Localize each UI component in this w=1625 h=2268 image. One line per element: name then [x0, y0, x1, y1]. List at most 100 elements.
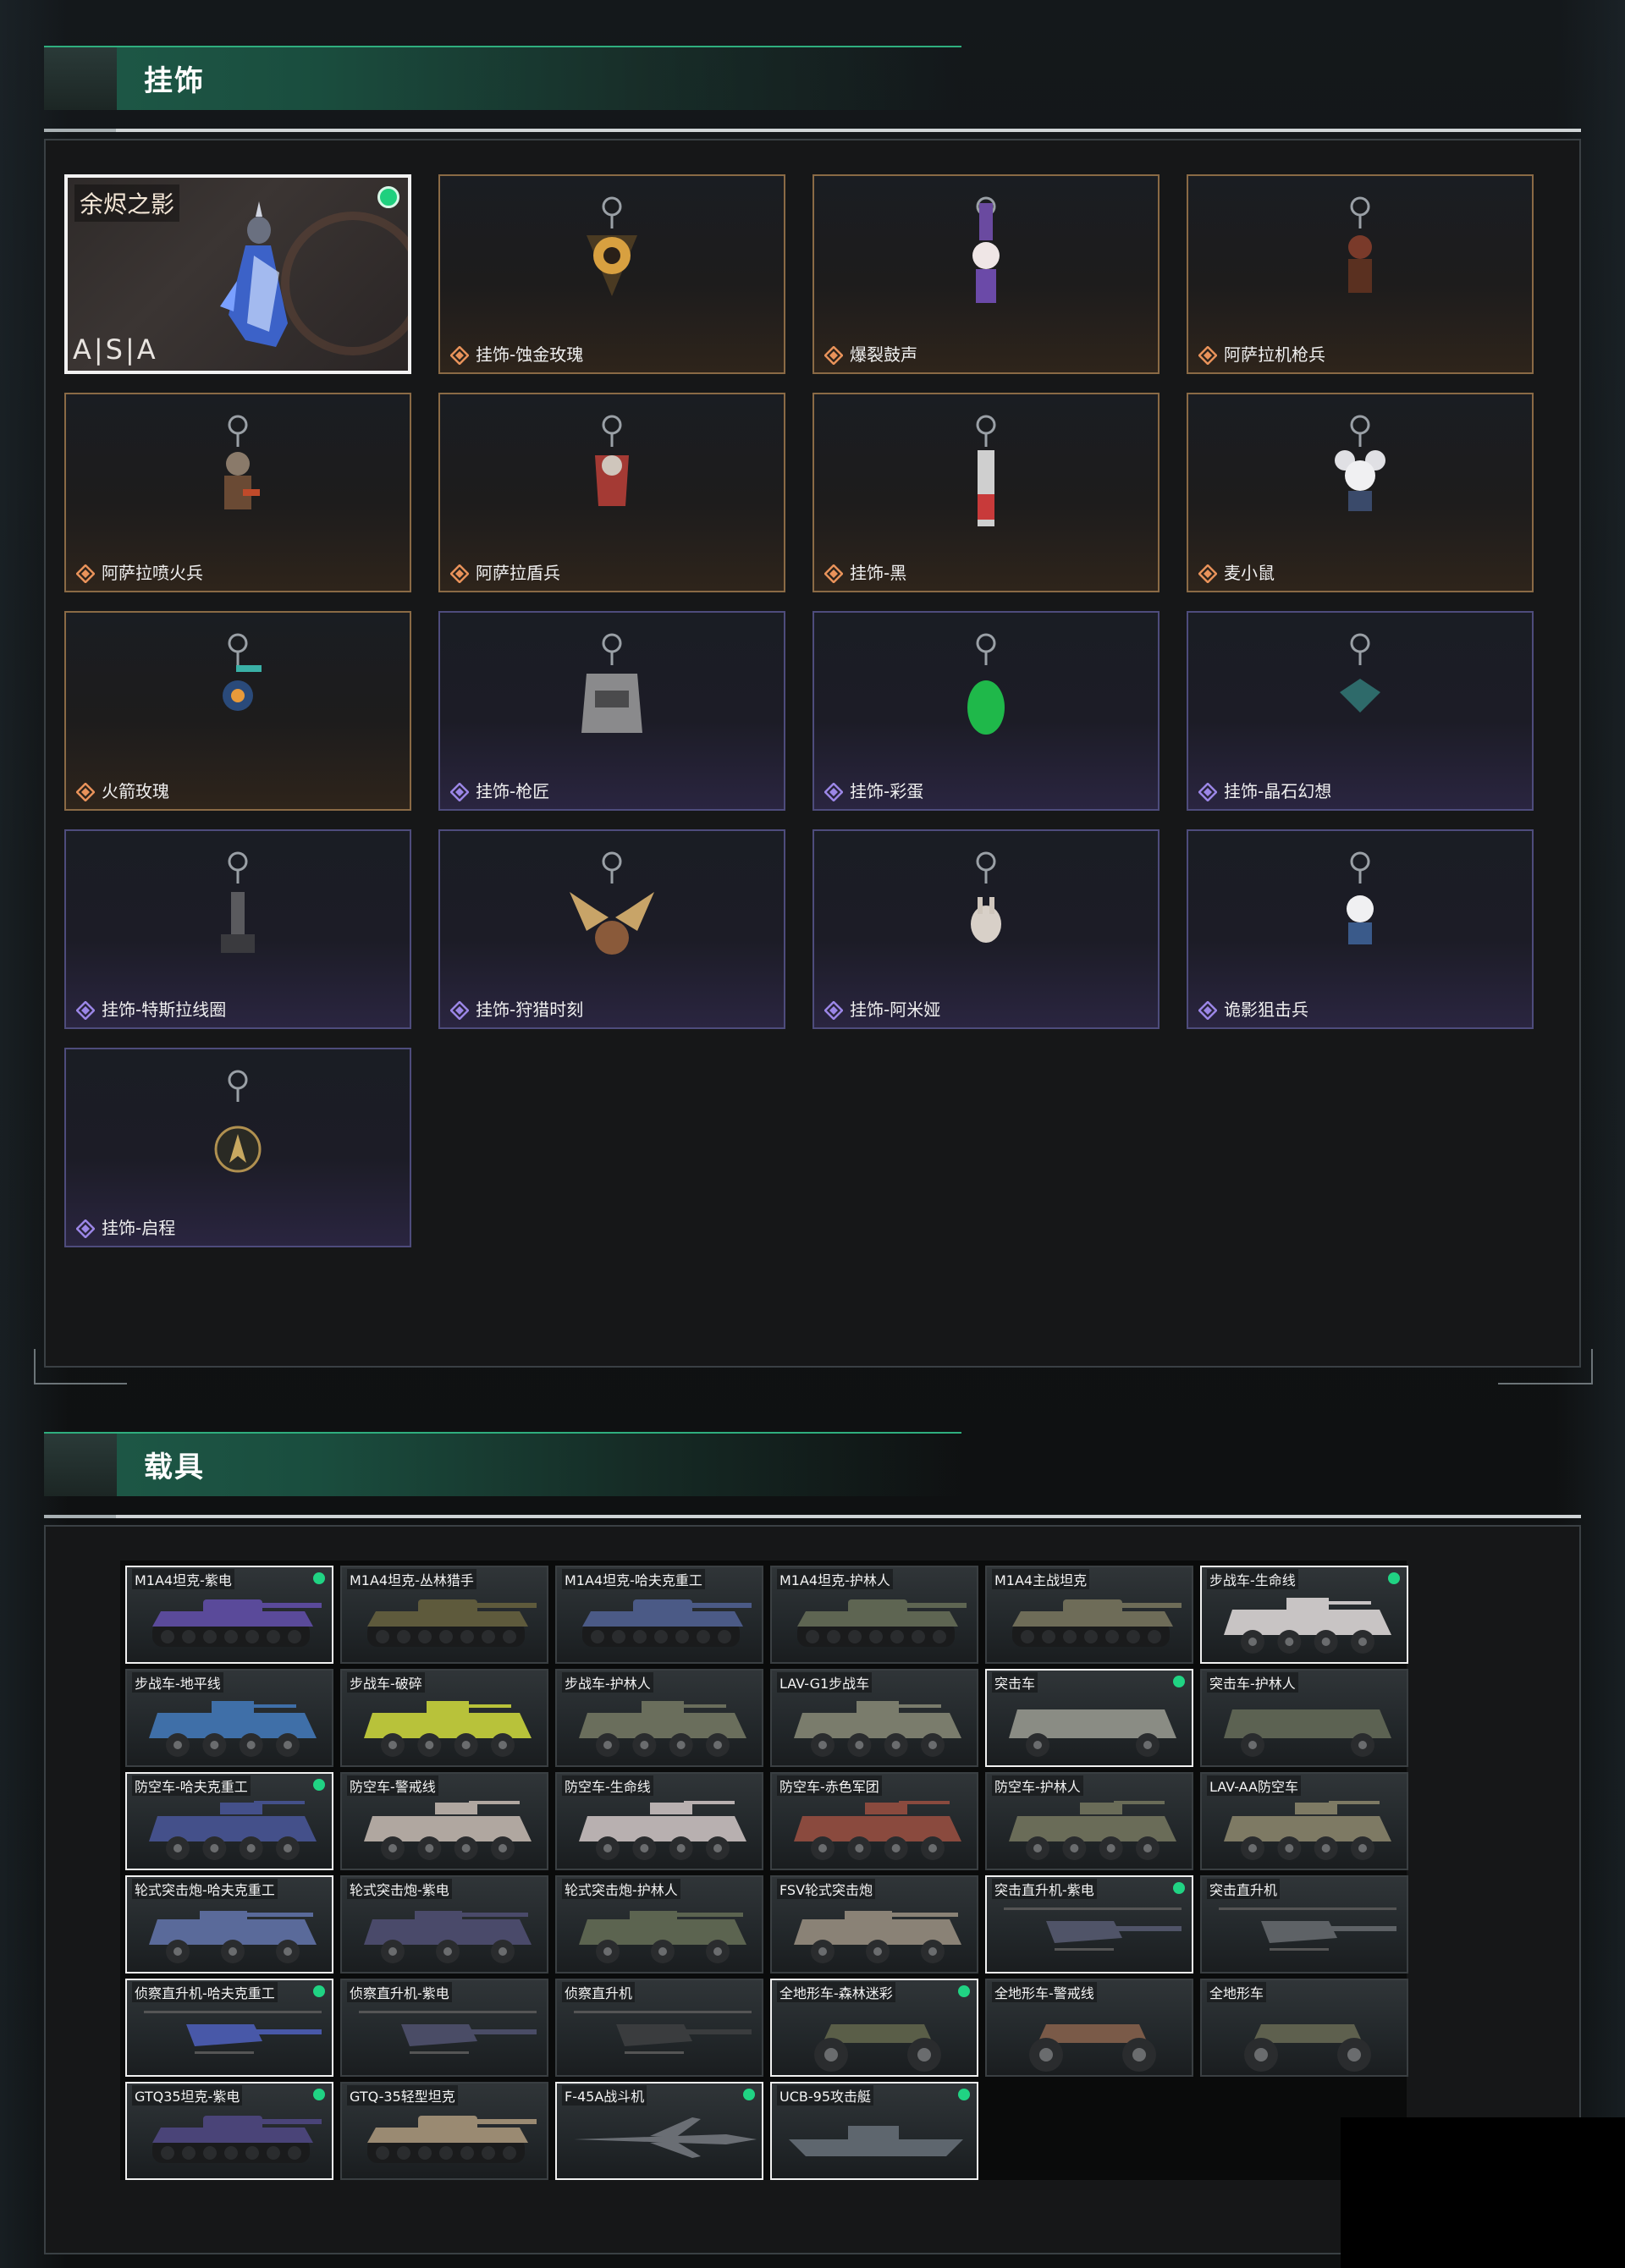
bunny-charm-icon — [935, 850, 1037, 980]
rarity-purple-icon — [75, 1000, 96, 1021]
vehicle-tile[interactable]: 突击车-护林人 — [1200, 1669, 1408, 1767]
vehicle-name: 侦察直升机-紫电 — [347, 1982, 452, 2002]
charms-section-title: 挂饰 — [144, 64, 205, 98]
charms-section-header: 挂饰 — [44, 46, 961, 110]
charm-name: 挂饰-蚀金玫瑰 — [476, 344, 584, 365]
vehicle-tile[interactable]: 全地形车 — [1200, 1979, 1408, 2077]
vehicle-tile[interactable]: 步战车-地平线 — [125, 1669, 333, 1767]
charm-card[interactable]: 挂饰-特斯拉线圈 — [64, 829, 411, 1029]
vehicle-tile[interactable]: 轮式突击炮-护林人 — [555, 1875, 763, 1973]
rarity-orange-icon — [75, 782, 96, 802]
panel-corner-bracket-left — [34, 1349, 127, 1384]
vehicle-name: 防空车-警戒线 — [347, 1775, 438, 1796]
vehicle-tile[interactable]: M1A4坦克-丛林猎手 — [340, 1566, 548, 1664]
rarity-orange-icon — [75, 564, 96, 584]
vehicle-grid: M1A4坦克-紫电 M1A4坦克-丛林猎手 M1A4坦克-哈夫克重工 M1A4坦克-护… — [120, 1561, 1408, 2180]
charm-name: 挂饰-枪匠 — [476, 781, 550, 801]
vehicle-tile[interactable]: 侦察直升机-紫电 — [340, 1979, 548, 2077]
vehicle-tile[interactable]: 防空车-护林人 — [985, 1772, 1193, 1870]
mouse-charm-icon — [1309, 413, 1411, 543]
vehicle-tile[interactable]: GTQ35坦克-紫电 — [125, 2082, 333, 2180]
charm-card[interactable]: 挂饰-蚀金玫瑰 — [438, 174, 785, 374]
rarity-orange-icon — [824, 345, 844, 366]
vehicle-name: 侦察直升机-哈夫克重工 — [132, 1982, 278, 2002]
equipped-indicator — [313, 1572, 325, 1584]
vehicle-name: 步战车-破碎 — [347, 1672, 425, 1693]
vehicle-name: 轮式突击炮-护林人 — [562, 1879, 680, 1899]
gunner-figure-charm-icon — [1309, 195, 1411, 325]
vehicle-tile[interactable]: F-45A战斗机 — [555, 2082, 763, 2180]
vehicle-name: 防空车-哈夫克重工 — [132, 1775, 251, 1796]
charm-card[interactable]: 麦小鼠 — [1187, 393, 1534, 592]
rarity-orange-icon — [1198, 564, 1218, 584]
vehicle-tile[interactable]: FSV轮式突击炮 — [770, 1875, 978, 1973]
charm-name: 挂饰-启程 — [102, 1218, 176, 1238]
charm-card[interactable]: 爆裂鼓声 — [812, 174, 1160, 374]
charm-name: 诡影狙击兵 — [1224, 999, 1308, 1020]
vehicle-tile[interactable]: 侦察直升机 — [555, 1979, 763, 2077]
vehicle-tile[interactable]: LAV-G1步战车 — [770, 1669, 978, 1767]
vehicle-name: 突击车-护林人 — [1207, 1672, 1298, 1693]
vehicle-tile[interactable]: 突击直升机-紫电 — [985, 1875, 1193, 1973]
vehicle-name: 全地形车-警戒线 — [992, 1982, 1097, 2002]
vehicle-tile[interactable]: 侦察直升机-哈夫克重工 — [125, 1979, 333, 2077]
vehicle-tile[interactable]: 轮式突击炮-哈夫克重工 — [125, 1875, 333, 1973]
rarity-purple-icon — [824, 782, 844, 802]
vehicle-tile[interactable]: M1A4坦克-哈夫克重工 — [555, 1566, 763, 1664]
vehicle-tile[interactable]: M1A4坦克-紫电 — [125, 1566, 333, 1664]
charm-card[interactable]: 挂饰-晶石幻想 — [1187, 611, 1534, 811]
compass-medallion-charm-icon — [187, 1068, 289, 1198]
vehicle-name: 突击直升机 — [1207, 1879, 1281, 1899]
charm-card-featured[interactable]: 余烬之影 A|S|A — [64, 174, 411, 374]
charm-name: 挂饰-阿米娅 — [850, 999, 941, 1020]
charm-card[interactable]: 挂饰-彩蛋 — [812, 611, 1160, 811]
charm-card[interactable]: 阿萨拉喷火兵 — [64, 393, 411, 592]
vehicle-tile[interactable]: 防空车-赤色军团 — [770, 1772, 978, 1870]
vehicle-name: UCB-95攻击艇 — [777, 2085, 873, 2106]
vehicle-tile[interactable]: 轮式突击炮-紫电 — [340, 1875, 548, 1973]
charm-card[interactable]: 阿萨拉机枪兵 — [1187, 174, 1534, 374]
vehicle-tile[interactable]: 突击车 — [985, 1669, 1193, 1767]
charm-card[interactable]: 火箭玫瑰 — [64, 611, 411, 811]
vehicle-tile[interactable]: M1A4主战坦克 — [985, 1566, 1193, 1664]
charm-name: 麦小鼠 — [1224, 563, 1275, 583]
charm-name: 挂饰-特斯拉线圈 — [102, 999, 227, 1020]
charm-card[interactable]: 挂饰-枪匠 — [438, 611, 785, 811]
vehicle-tile[interactable]: 步战车-生命线 — [1200, 1566, 1408, 1664]
charm-card[interactable]: 阿萨拉盾兵 — [438, 393, 785, 592]
charm-name: 火箭玫瑰 — [102, 781, 169, 801]
charm-card[interactable]: 挂饰-黑 — [812, 393, 1160, 592]
section-header-tab — [44, 1434, 117, 1496]
charm-card[interactable]: 诡影狙击兵 — [1187, 829, 1534, 1029]
vehicle-tile[interactable]: M1A4坦克-护林人 — [770, 1566, 978, 1664]
vehicle-tile[interactable]: 突击直升机 — [1200, 1875, 1408, 1973]
charm-card[interactable]: 挂饰-狩猎时刻 — [438, 829, 785, 1029]
rarity-purple-icon — [449, 782, 470, 802]
equipped-indicator — [743, 2089, 755, 2100]
vehicle-tile[interactable]: 全地形车-警戒线 — [985, 1979, 1193, 2077]
rarity-orange-icon — [1198, 345, 1218, 366]
vehicle-tile[interactable]: 步战车-破碎 — [340, 1669, 548, 1767]
vehicle-tile[interactable]: 防空车-哈夫克重工 — [125, 1772, 333, 1870]
rarity-purple-icon — [1198, 782, 1218, 802]
vehicle-tile[interactable]: UCB-95攻击艇 — [770, 2082, 978, 2180]
vehicle-tile[interactable]: GTQ-35轻型坦克 — [340, 2082, 548, 2180]
rarity-purple-icon — [824, 1000, 844, 1021]
charm-card[interactable]: 挂饰-阿米娅 — [812, 829, 1160, 1029]
syringe-charm-icon — [935, 413, 1037, 543]
equipped-indicator — [313, 2089, 325, 2100]
vehicle-tile[interactable]: LAV-AA防空车 — [1200, 1772, 1408, 1870]
charm-name: 阿萨拉盾兵 — [476, 563, 560, 583]
vehicle-tile[interactable]: 防空车-生命线 — [555, 1772, 763, 1870]
vehicle-tile[interactable]: 步战车-护林人 — [555, 1669, 763, 1767]
vehicle-name: LAV-AA防空车 — [1207, 1775, 1301, 1796]
ember-shadow-figure-icon — [220, 201, 288, 347]
vehicle-tile[interactable]: 全地形车-森林迷彩 — [770, 1979, 978, 2077]
vehicle-name: 突击车 — [992, 1672, 1038, 1693]
charm-card[interactable]: 挂饰-启程 — [64, 1048, 411, 1247]
vehicle-tile[interactable]: 防空车-警戒线 — [340, 1772, 548, 1870]
corner-mask — [1341, 2117, 1625, 2268]
equipped-indicator — [1173, 1882, 1185, 1894]
vehicle-name: 突击直升机-紫电 — [992, 1879, 1097, 1899]
charm-name: 挂饰-晶石幻想 — [1224, 781, 1332, 801]
